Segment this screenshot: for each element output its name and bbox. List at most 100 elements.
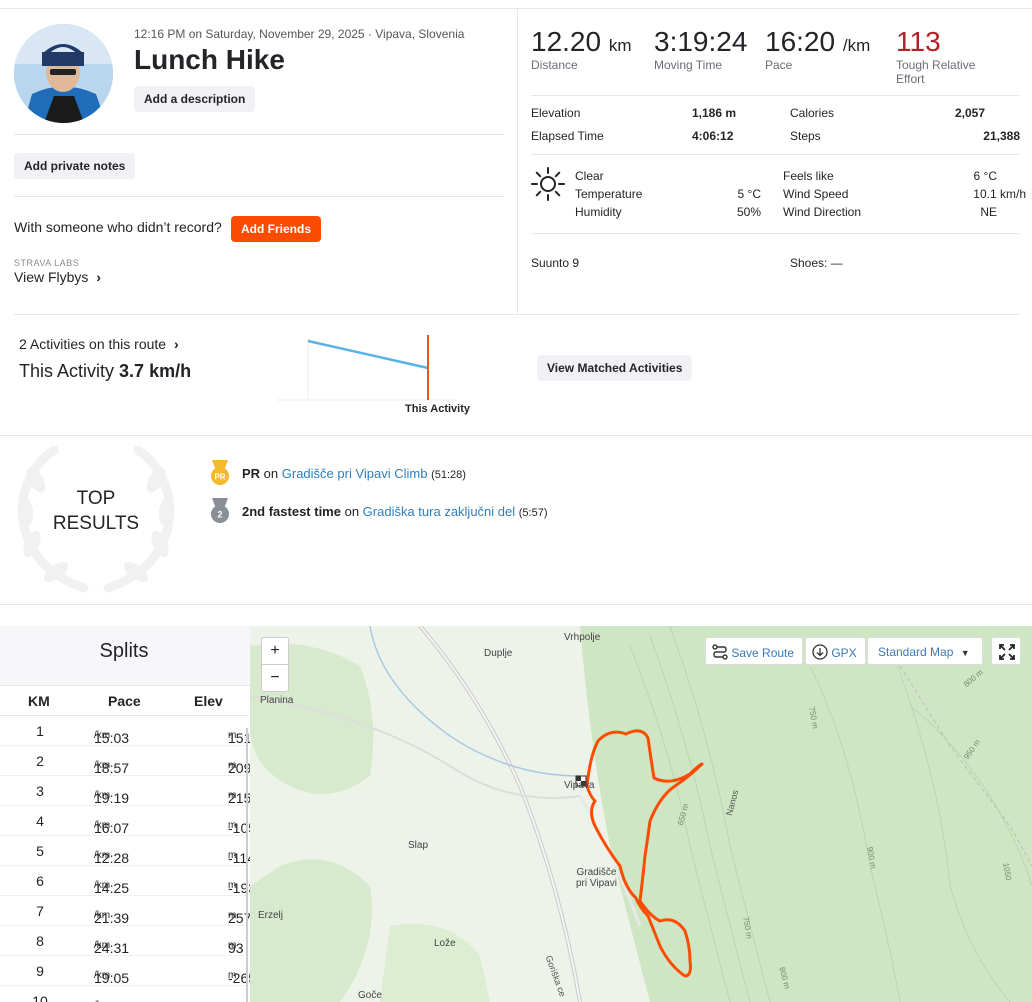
split-pace-unit: /km <box>94 970 111 981</box>
split-km: 4 <box>36 813 44 829</box>
split-km: 1 <box>36 723 44 739</box>
avatar[interactable] <box>14 24 113 123</box>
pace-stat: 16:20 /km Pace <box>765 26 870 72</box>
this-activity-value: 3.7 km/h <box>119 361 192 381</box>
add-description-button[interactable]: Add a description <box>134 86 256 112</box>
pr-medal-icon: PR <box>209 460 231 491</box>
pr-on: on <box>260 466 282 481</box>
segment-link-gradisce-climb[interactable]: Gradišče pri Vipavi Climb <box>282 466 428 481</box>
split-elev-unit: m <box>228 730 237 741</box>
split-pace-unit: /km <box>94 760 111 771</box>
split-km: 6 <box>36 873 44 889</box>
weather-condition: Clear <box>575 169 604 183</box>
chevron-right-icon: › <box>96 269 101 285</box>
split-pace-unit: /km <box>94 730 111 741</box>
route-map[interactable]: Vrhpolje Duplje Planina Vipava Slap Grad… <box>250 626 1032 1002</box>
svg-text:2: 2 <box>217 510 222 520</box>
splits-row: 3 19:19 /km 215 m <box>0 776 250 806</box>
split-elev-unit: m <box>228 910 237 921</box>
split-elev-unit: m <box>228 970 237 981</box>
calories-value: 2,057 <box>954 106 985 120</box>
split-km: 3 <box>36 783 44 799</box>
moving-time-stat: 3:19:24 Moving Time <box>654 26 747 72</box>
relative-effort-stat[interactable]: 113 Tough Relative Effort <box>896 26 975 86</box>
steps-label: Steps <box>790 129 821 143</box>
download-icon <box>812 644 828 663</box>
chart-this-activity-label: This Activity <box>405 403 470 415</box>
activities-on-route-link[interactable]: 2 Activities on this route › <box>19 336 179 352</box>
splits-header-pace: Pace <box>108 693 141 709</box>
splits-row: 919:05 /km-265 m <box>0 956 250 986</box>
fullscreen-button[interactable] <box>991 637 1021 665</box>
save-route-button[interactable]: Save Route <box>705 637 804 665</box>
effort-value: 113 <box>896 26 941 57</box>
map-canvas <box>250 626 1032 1002</box>
temperature-value: 5 °C <box>737 187 761 201</box>
elevation-label: Elevation <box>531 106 581 120</box>
view-flybys-link[interactable]: View Flybys › <box>14 269 101 285</box>
splits-row: 416:07 /km-105 m <box>0 806 250 836</box>
svg-text:PR: PR <box>214 473 225 482</box>
split-km: 8 <box>36 933 44 949</box>
split-pace-unit: /km <box>94 790 111 801</box>
wind-direction-value: NE <box>980 205 997 219</box>
strava-labs-label: STRAVA LABS <box>14 258 80 268</box>
place-gradisce-line2: pri Vipavi <box>576 878 617 889</box>
add-friends-button[interactable]: Add Friends <box>231 216 322 242</box>
second-on: on <box>340 504 363 519</box>
top-result-second: 2nd fastest time on Gradiška tura zaklju… <box>242 504 548 519</box>
second-place-medal-icon: 2 <box>209 498 231 529</box>
place-vipava: Vipava <box>564 780 595 791</box>
splits-row: 2 18:57 /km 209 m <box>0 746 250 776</box>
distance-label: Distance <box>531 58 578 72</box>
wind-speed-value: 10.1 km/h <box>973 187 1026 201</box>
effort-label-2: Effort <box>896 72 925 86</box>
feels-like-label: Feels like <box>783 169 834 183</box>
this-activity-label: This Activity <box>19 361 115 381</box>
view-matched-activities-button[interactable]: View Matched Activities <box>537 355 693 381</box>
splits-row: 8 24:31 /km 93 m <box>0 926 248 956</box>
place-erzelj: Erzelj <box>258 910 284 921</box>
avatar-image <box>14 24 113 123</box>
place-goce: Goče <box>358 990 382 1001</box>
activities-on-route-label: 2 Activities on this route <box>19 336 167 352</box>
view-flybys-label: View Flybys <box>14 269 89 285</box>
activity-title: Lunch Hike <box>134 44 285 75</box>
top-results-title-line2: RESULTS <box>52 513 140 534</box>
gpx-button[interactable]: GPX <box>805 637 866 665</box>
elapsed-value: 4:06:12 <box>692 129 734 143</box>
zoom-out-button[interactable]: − <box>262 665 288 692</box>
split-elev-unit: m <box>228 820 237 831</box>
place-slap: Slap <box>408 840 429 851</box>
with-someone-text: With someone who didn’t record? <box>14 219 222 235</box>
place-duplje: Duplje <box>484 648 513 659</box>
steps-value: 21,388 <box>983 129 1020 143</box>
zoom-in-button[interactable]: + <box>262 638 288 665</box>
place-gradisce-line1: Gradišče <box>576 867 617 878</box>
split-elev-unit: m <box>228 850 237 861</box>
calories-label: Calories <box>790 106 835 120</box>
add-private-notes-button[interactable]: Add private notes <box>14 153 136 179</box>
split-km: 5 <box>36 843 44 859</box>
split-km: 10 <box>32 993 48 1002</box>
split-elev-unit: m <box>228 760 237 771</box>
device-name: Suunto 9 <box>531 256 580 270</box>
split-km: 9 <box>36 963 44 979</box>
splits-scrollbar[interactable] <box>246 728 248 1002</box>
split-elev-unit: m <box>228 790 237 801</box>
split-elev-unit: m <box>228 940 237 951</box>
pace-label: Pace <box>765 58 793 72</box>
zoom-controls: + − <box>261 637 289 692</box>
moving-time-value: 3:19:24 <box>654 26 748 57</box>
splits-row: 614:25 /km-193 m <box>0 866 250 896</box>
segment-link-gradiska-tura[interactable]: Gradiška tura zaključni del <box>363 504 515 519</box>
top-results-title-line1: TOP <box>76 488 116 509</box>
split-pace-unit: /km <box>94 910 111 921</box>
elevation-value: 1,186 m <box>692 106 737 120</box>
map-type-select[interactable]: Standard Map ▼ <box>867 637 983 665</box>
humidity-value: 50% <box>736 205 761 219</box>
splits-row: 7 21:39 /km 257 m <box>0 896 250 926</box>
splits-row: 1 15:03 /km 151 m <box>0 716 250 746</box>
second-time: (5:57) <box>518 507 548 519</box>
distance-value: 12.20 <box>531 26 602 57</box>
